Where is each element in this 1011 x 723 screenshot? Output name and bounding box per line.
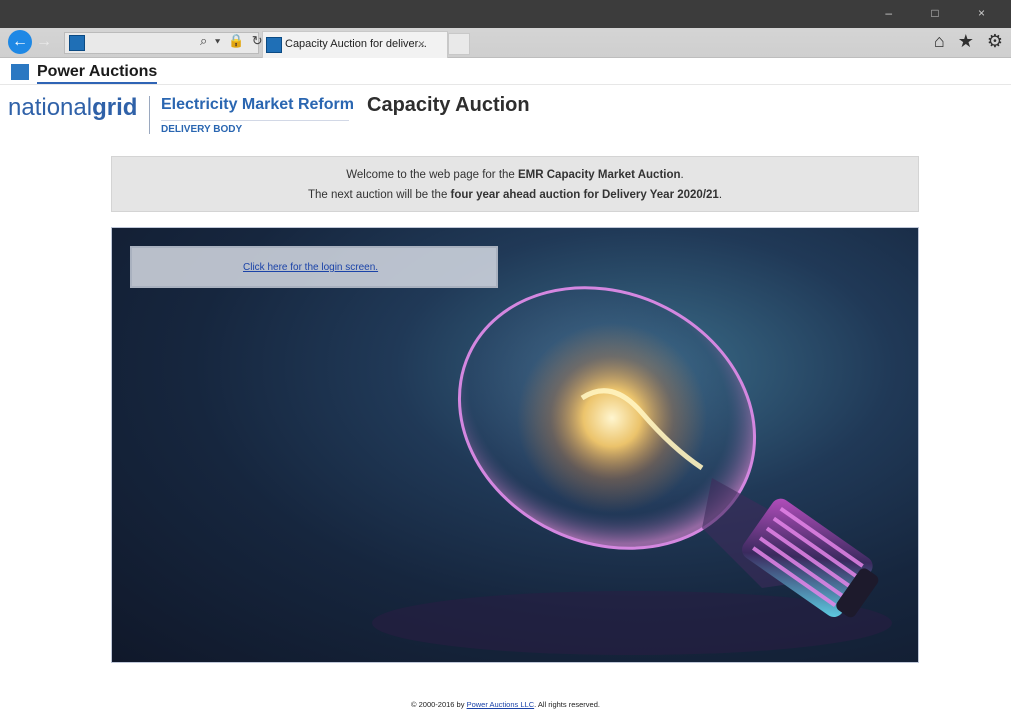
new-tab-button[interactable] (448, 33, 470, 55)
back-arrow-icon[interactable]: ← (8, 30, 32, 54)
app-name[interactable]: Power Auctions (37, 63, 158, 84)
logo-bold-text: grid (92, 94, 138, 121)
emr-title: Electricity Market Reform (161, 96, 354, 113)
tab-title: Capacity Auction for deliver... (285, 38, 427, 50)
forward-arrow-icon[interactable]: → (36, 33, 52, 51)
welcome-line-2-bold: four year ahead auction for Delivery Yea… (450, 189, 719, 201)
welcome-line-1-suffix: . (680, 169, 684, 181)
page-title: Capacity Auction (367, 94, 530, 116)
toolbar-icons[interactable]: ⌂ ★ ⚙ (934, 31, 1007, 52)
site-favicon-icon (69, 35, 85, 51)
footer-suffix: . All rights reserved. (534, 700, 600, 709)
welcome-line-1-prefix: Welcome to the web page for the (346, 169, 518, 181)
welcome-line-2-suffix: . (718, 189, 723, 201)
login-panel: Click here for the login screen. (130, 246, 498, 288)
title-bar (0, 0, 1011, 28)
login-link[interactable]: Click here for the login screen. (243, 262, 378, 273)
header-divider (149, 96, 150, 134)
browser-chrome: – □ × ← → ⌕ ▾ 🔒 ↻ Capacity Auction for d… (0, 0, 1011, 58)
page-root: – □ × ← → ⌕ ▾ 🔒 ↻ Capacity Auction for d… (0, 0, 1011, 723)
footer: © 2000-2016 by Power Auctions LLC. All r… (0, 700, 1011, 709)
hero-image: Click here for the login screen. (111, 227, 919, 663)
welcome-line-1-bold: EMR Capacity Market Auction (518, 169, 681, 181)
address-bar-icons[interactable]: ⌕ ▾ 🔒 ↻ (200, 33, 265, 49)
tab-favicon-icon (266, 37, 282, 53)
power-auctions-logo-icon (11, 64, 29, 80)
close-icon[interactable]: × (418, 37, 425, 51)
window-controls[interactable]: – □ × (885, 6, 1003, 20)
footer-prefix: © 2000-2016 by (411, 700, 467, 709)
emr-subtitle: DELIVERY BODY (161, 120, 349, 135)
national-grid-logo: nationalgrid (8, 94, 137, 122)
welcome-panel: Welcome to the web page for the EMR Capa… (111, 156, 919, 212)
welcome-line-2-prefix: The next auction will be the (307, 189, 451, 201)
logo-light-text: national (8, 94, 93, 121)
welcome-line-2: The next auction will be the four year a… (112, 189, 918, 201)
lightbulb-image (372, 286, 892, 655)
footer-link[interactable]: Power Auctions LLC (467, 700, 535, 709)
welcome-line-1: Welcome to the web page for the EMR Capa… (112, 169, 918, 181)
app-bar: Power Auctions (0, 59, 1011, 85)
tab-capacity-auction[interactable]: Capacity Auction for deliver... × (262, 31, 448, 58)
